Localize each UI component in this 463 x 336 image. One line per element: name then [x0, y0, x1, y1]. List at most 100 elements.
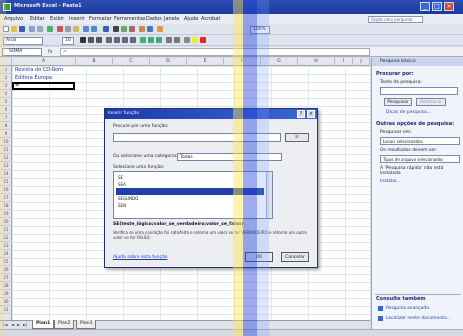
column-header[interactable]: B [76, 58, 113, 66]
last-sheet-nav[interactable]: ►| [23, 322, 27, 327]
row-header[interactable]: 7 [0, 114, 12, 122]
row-header[interactable]: 14 [0, 170, 12, 178]
search-button[interactable]: Pesquisar [384, 98, 412, 106]
row-header[interactable]: 25 [0, 258, 12, 266]
cell-a1[interactable]: Revista do CD-Rom [15, 67, 63, 73]
merge-center-icon[interactable] [130, 37, 136, 43]
column-header[interactable]: I [335, 58, 353, 66]
menu-acrobat[interactable]: Acrobat [201, 16, 220, 22]
column-header[interactable]: H [298, 58, 335, 66]
row-header[interactable]: 26 [0, 266, 12, 274]
hyperlink-icon[interactable] [103, 26, 109, 32]
cancel-button[interactable]: Cancelar [281, 252, 309, 262]
align-left-icon[interactable] [106, 37, 112, 43]
minimize-button[interactable]: _ [420, 2, 430, 11]
row-header[interactable]: 5 [0, 98, 12, 106]
bold-icon[interactable] [80, 37, 86, 43]
formula-input[interactable]: = [60, 48, 370, 56]
function-item[interactable]: SE [116, 174, 264, 181]
autosum-icon[interactable] [113, 26, 119, 32]
row-header[interactable]: 22 [0, 234, 12, 242]
row-header[interactable]: 8 [0, 122, 12, 130]
close-icon[interactable]: × [307, 110, 315, 118]
dialog-title[interactable]: Inserir função [105, 109, 317, 119]
row-header[interactable]: 3 [0, 82, 12, 90]
copy-icon[interactable] [65, 26, 71, 32]
cell-a2[interactable]: Editora Europa [15, 75, 52, 81]
pdf-icon[interactable] [157, 26, 163, 32]
column-header[interactable]: E [187, 58, 224, 66]
row-header[interactable]: 19 [0, 210, 12, 218]
decrease-indent-icon[interactable] [166, 37, 172, 43]
column-header[interactable]: F [224, 58, 261, 66]
first-sheet-nav[interactable]: |◄ [3, 322, 7, 327]
close-button[interactable]: × [444, 2, 454, 11]
row-header[interactable]: 29 [0, 290, 12, 298]
menu-ferramentas[interactable]: Ferramentas [114, 16, 146, 22]
row-header[interactable]: 24 [0, 250, 12, 258]
row-header[interactable]: 11 [0, 146, 12, 154]
column-header[interactable]: D [150, 58, 187, 66]
help-icon[interactable]: ? [297, 110, 305, 118]
install-link[interactable]: Instalar... [380, 179, 401, 184]
row-header[interactable]: 12 [0, 154, 12, 162]
menu-janela[interactable]: Janela [164, 16, 179, 22]
fill-color-icon[interactable] [192, 37, 198, 43]
row-header[interactable]: 10 [0, 138, 12, 146]
maximize-button[interactable]: □ [432, 2, 442, 11]
save-icon[interactable] [19, 26, 25, 32]
ok-button[interactable]: OK [245, 252, 273, 262]
paste-icon[interactable] [73, 26, 79, 32]
column-header[interactable]: C [113, 58, 150, 66]
row-header[interactable]: 27 [0, 274, 12, 282]
menu-editar[interactable]: Editar [30, 16, 45, 22]
go-button[interactable]: Ir [285, 133, 309, 142]
advanced-search-link[interactable]: Pesquisa avançada [386, 306, 429, 311]
menu-arquivo[interactable]: Arquivo [4, 16, 23, 22]
function-item[interactable]: SEN [116, 202, 264, 209]
search-tips-link[interactable]: Dicas de pesquisa... [386, 110, 431, 115]
menu-inserir[interactable]: Inserir [69, 16, 85, 22]
row-header[interactable]: 15 [0, 178, 12, 186]
align-right-icon[interactable] [122, 37, 128, 43]
sheet-tab-plan3[interactable]: Plan3 [76, 320, 97, 329]
function-list[interactable]: SE SEA SEGUNDO SEN [113, 171, 273, 219]
row-header[interactable]: 1 [0, 66, 12, 74]
row-header[interactable]: 23 [0, 242, 12, 250]
row-header[interactable]: 21 [0, 226, 12, 234]
row-header[interactable]: 2 [0, 74, 12, 82]
row-header[interactable]: 30 [0, 298, 12, 306]
function-list-scrollbar[interactable] [266, 172, 272, 218]
row-header[interactable]: 28 [0, 282, 12, 290]
column-header[interactable]: J [353, 58, 370, 66]
search-in-select[interactable]: Locais selecionados [380, 137, 460, 145]
select-all-corner[interactable] [0, 58, 12, 66]
open-icon[interactable] [11, 26, 17, 32]
redo-icon[interactable] [91, 26, 97, 32]
menu-exibir[interactable]: Exibir [50, 16, 64, 22]
sort-descending-icon[interactable] [129, 26, 135, 32]
task-pane-header[interactable]: Pesquisa básica [372, 58, 463, 66]
row-header[interactable]: 13 [0, 162, 12, 170]
row-header[interactable]: 4 [0, 90, 12, 98]
results-select[interactable]: Tipos de arquivo selecionados [380, 155, 460, 163]
function-item-selected[interactable] [116, 188, 264, 195]
sheet-tab-plan2[interactable]: Plan2 [54, 320, 75, 329]
font-select[interactable]: Arial [3, 37, 43, 45]
font-color-icon[interactable] [200, 37, 206, 43]
increase-indent-icon[interactable] [174, 37, 180, 43]
row-header[interactable]: 6 [0, 106, 12, 114]
name-box[interactable]: SOMA [2, 48, 42, 56]
sheet-tab-plan1[interactable]: Plan1 [32, 320, 55, 329]
menu-dados[interactable]: Dados [146, 16, 162, 22]
next-sheet-nav[interactable]: ► [17, 322, 20, 327]
row-header[interactable]: 18 [0, 202, 12, 210]
search-function-input[interactable] [113, 133, 281, 142]
new-icon[interactable] [3, 26, 9, 32]
search-text-input[interactable] [380, 87, 458, 95]
row-header[interactable]: 31 [0, 306, 12, 314]
row-header[interactable]: 9 [0, 130, 12, 138]
menu-formatar[interactable]: Formatar [89, 16, 112, 22]
underline-icon[interactable] [96, 37, 102, 43]
print-icon[interactable] [29, 26, 35, 32]
